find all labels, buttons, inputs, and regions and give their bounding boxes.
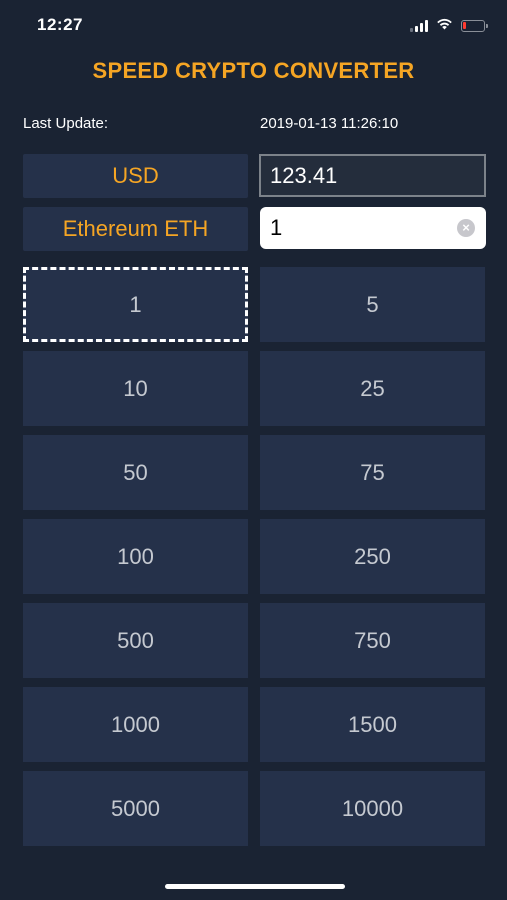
clear-icon[interactable]: × <box>457 219 475 237</box>
status-time: 12:27 <box>37 15 83 34</box>
amount-button-750[interactable]: 750 <box>260 603 485 678</box>
crypto-amount-value: 1 <box>270 215 283 240</box>
signal-icon <box>410 20 428 32</box>
fiat-amount-field[interactable]: 123.41 <box>259 154 486 197</box>
fiat-currency-selector[interactable]: USD <box>23 154 248 198</box>
amount-button-75[interactable]: 75 <box>260 435 485 510</box>
amount-button-500[interactable]: 500 <box>23 603 248 678</box>
amount-button-50[interactable]: 50 <box>23 435 248 510</box>
amount-button-250[interactable]: 250 <box>260 519 485 594</box>
crypto-amount-input[interactable]: 1 × <box>260 207 486 249</box>
last-update-label: Last Update: <box>23 115 109 132</box>
amount-button-5[interactable]: 5 <box>260 267 485 342</box>
amount-button-10[interactable]: 10 <box>23 351 248 426</box>
amount-button-1500[interactable]: 1500 <box>260 687 485 762</box>
amount-button-25[interactable]: 25 <box>260 351 485 426</box>
home-indicator[interactable] <box>165 884 345 889</box>
status-icons <box>410 17 488 35</box>
amount-button-5000[interactable]: 5000 <box>23 771 248 846</box>
amount-button-1000[interactable]: 1000 <box>23 687 248 762</box>
amount-button-10000[interactable]: 10000 <box>260 771 485 846</box>
battery-level <box>463 22 466 29</box>
app-title: SPEED CRYPTO CONVERTER <box>92 58 415 83</box>
amount-button-1[interactable]: 1 <box>23 267 248 342</box>
amount-button-100[interactable]: 100 <box>23 519 248 594</box>
wifi-icon <box>436 17 453 35</box>
last-update-value: 2019-01-13 11:26:10 <box>260 115 399 132</box>
status-bar: 12:27 <box>0 0 507 52</box>
crypto-currency-selector[interactable]: Ethereum ETH <box>23 207 248 251</box>
battery-icon <box>461 20 488 32</box>
